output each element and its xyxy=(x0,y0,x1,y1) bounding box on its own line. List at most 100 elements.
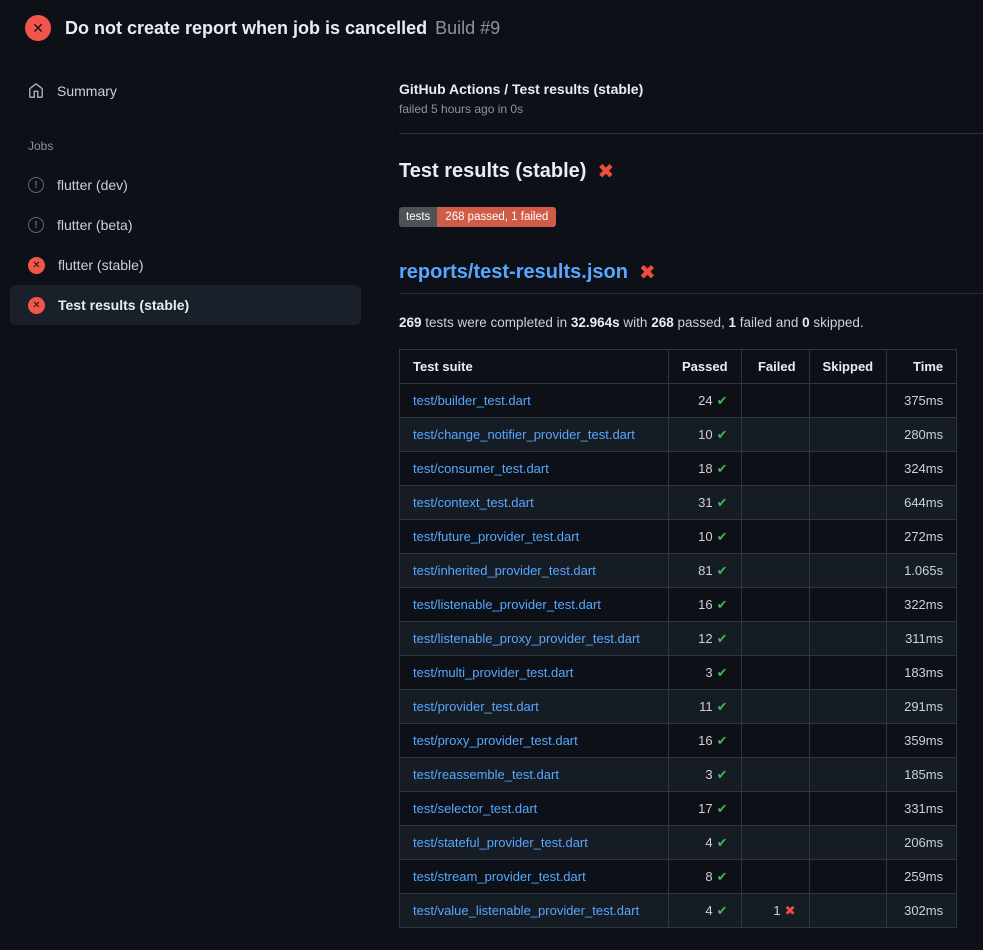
breadcrumb: GitHub Actions / Test results (stable) xyxy=(399,81,983,97)
test-suite-link[interactable]: test/builder_test.dart xyxy=(413,393,531,408)
cell-skipped xyxy=(809,418,887,452)
test-suite-link[interactable]: test/future_provider_test.dart xyxy=(413,529,579,544)
sidebar-item-label: flutter (beta) xyxy=(57,217,132,233)
check-icon: ✔ xyxy=(717,597,728,612)
summary-text: tests were completed in xyxy=(422,315,571,330)
test-suite-link[interactable]: test/stateful_provider_test.dart xyxy=(413,835,588,850)
test-suite-link[interactable]: test/consumer_test.dart xyxy=(413,461,549,476)
test-suite-link[interactable]: test/listenable_proxy_provider_test.dart xyxy=(413,631,640,646)
cell-skipped xyxy=(809,724,887,758)
cell-failed xyxy=(741,384,809,418)
summary-text: skipped. xyxy=(810,315,864,330)
sidebar-item-flutter-dev[interactable]: !flutter (dev) xyxy=(10,165,361,205)
cell-skipped xyxy=(809,554,887,588)
cell-failed xyxy=(741,452,809,486)
test-suite-link[interactable]: test/inherited_provider_test.dart xyxy=(413,563,596,578)
test-suite-link[interactable]: test/value_listenable_provider_test.dart xyxy=(413,903,639,918)
cell-test-suite: test/reassemble_test.dart xyxy=(400,758,669,792)
table-row: test/change_notifier_provider_test.dart 1… xyxy=(400,418,957,452)
cell-time: 272ms xyxy=(887,520,957,554)
cross-icon: ✖ xyxy=(785,903,796,918)
cell-passed: 10✔ xyxy=(669,418,742,452)
cell-failed xyxy=(741,724,809,758)
check-icon: ✔ xyxy=(717,665,728,680)
check-icon: ✔ xyxy=(717,767,728,782)
cell-failed xyxy=(741,622,809,656)
cell-skipped xyxy=(809,622,887,656)
x-circle-fill-icon: ✕ xyxy=(25,15,51,41)
cell-failed xyxy=(741,554,809,588)
cell-test-suite: test/provider_test.dart xyxy=(400,690,669,724)
check-icon: ✔ xyxy=(717,733,728,748)
cell-test-suite: test/change_notifier_provider_test.dart xyxy=(400,418,669,452)
tests-badge: tests 268 passed, 1 failed xyxy=(399,207,556,227)
sidebar-item-flutter-stable[interactable]: ✕ flutter (stable) xyxy=(10,245,361,285)
test-suite-link[interactable]: test/listenable_provider_test.dart xyxy=(413,597,601,612)
summary-passed: 268 xyxy=(651,315,674,330)
test-suite-link[interactable]: test/multi_provider_test.dart xyxy=(413,665,573,680)
cell-test-suite: test/stream_provider_test.dart xyxy=(400,860,669,894)
column-header-test-suite: Test suite xyxy=(400,350,669,384)
cell-time: 183ms xyxy=(887,656,957,690)
column-header-passed: Passed xyxy=(669,350,742,384)
table-header-row: Test suite Passed Failed Skipped Time xyxy=(400,350,957,384)
cell-test-suite: test/listenable_proxy_provider_test.dart xyxy=(400,622,669,656)
cell-time: 311ms xyxy=(887,622,957,656)
summary-text: passed, xyxy=(674,315,729,330)
cell-failed xyxy=(741,486,809,520)
sidebar-item-summary[interactable]: Summary xyxy=(10,71,361,111)
x-circle-fill-icon: ✕ xyxy=(28,257,45,274)
cell-failed xyxy=(741,588,809,622)
cell-test-suite: test/proxy_provider_test.dart xyxy=(400,724,669,758)
failed-x-icon: ✖ xyxy=(639,263,656,283)
cell-test-suite: test/listenable_provider_test.dart xyxy=(400,588,669,622)
check-run-title: Do not create report when job is cancell… xyxy=(65,18,427,39)
cell-skipped xyxy=(809,860,887,894)
cell-failed xyxy=(741,758,809,792)
sidebar-item-label: flutter (stable) xyxy=(58,257,144,273)
column-header-time: Time xyxy=(887,350,957,384)
sidebar-item-test-results-stable[interactable]: ✕Test results (stable) xyxy=(10,285,361,325)
column-header-skipped: Skipped xyxy=(809,350,887,384)
cell-time: 359ms xyxy=(887,724,957,758)
failed-x-icon: ✖ xyxy=(597,162,614,182)
cell-failed xyxy=(741,418,809,452)
table-row: test/context_test.dart31✔644ms xyxy=(400,486,957,520)
summary-text: failed and xyxy=(736,315,802,330)
cell-skipped xyxy=(809,690,887,724)
cell-skipped xyxy=(809,588,887,622)
test-summary-line: 269 tests were completed in 32.964s with… xyxy=(399,315,983,330)
summary-skipped: 0 xyxy=(802,315,810,330)
cell-time: 1.065s xyxy=(887,554,957,588)
test-suite-link[interactable]: test/reassemble_test.dart xyxy=(413,767,559,782)
cell-passed: 24✔ xyxy=(669,384,742,418)
cell-time: 206ms xyxy=(887,826,957,860)
test-suite-link[interactable]: test/selector_test.dart xyxy=(413,801,537,816)
neutral-status-icon: ! xyxy=(28,177,44,193)
badge-value: 268 passed, 1 failed xyxy=(437,207,556,227)
cell-test-suite: test/consumer_test.dart xyxy=(400,452,669,486)
cell-passed: 8✔ xyxy=(669,860,742,894)
cell-test-suite: test/future_provider_test.dart xyxy=(400,520,669,554)
check-run-build-number: Build #9 xyxy=(435,18,500,39)
test-suite-link[interactable]: test/proxy_provider_test.dart xyxy=(413,733,578,748)
cell-passed: 4✔ xyxy=(669,894,742,928)
sidebar-item-flutter-beta[interactable]: !flutter (beta) xyxy=(10,205,361,245)
check-icon: ✔ xyxy=(717,495,728,510)
table-row: test/stream_provider_test.dart8✔259ms xyxy=(400,860,957,894)
test-suite-link[interactable]: test/stream_provider_test.dart xyxy=(413,869,586,884)
test-suite-link[interactable]: test/context_test.dart xyxy=(413,495,534,510)
cell-test-suite: test/context_test.dart xyxy=(400,486,669,520)
cell-time: 302ms xyxy=(887,894,957,928)
summary-total: 269 xyxy=(399,315,422,330)
cell-skipped xyxy=(809,520,887,554)
test-suite-link[interactable]: test/provider_test.dart xyxy=(413,699,539,714)
sidebar-summary-label: Summary xyxy=(57,83,117,99)
cell-passed: 4✔ xyxy=(669,826,742,860)
table-row: test/listenable_proxy_provider_test.dart… xyxy=(400,622,957,656)
table-row: test/reassemble_test.dart3✔185ms xyxy=(400,758,957,792)
test-suite-link[interactable]: test/change_notifier_provider_test.dart xyxy=(413,427,635,442)
report-file-link[interactable]: reports/test-results.json xyxy=(399,261,628,284)
cell-test-suite: test/builder_test.dart xyxy=(400,384,669,418)
cell-failed: 1✖ xyxy=(741,894,809,928)
